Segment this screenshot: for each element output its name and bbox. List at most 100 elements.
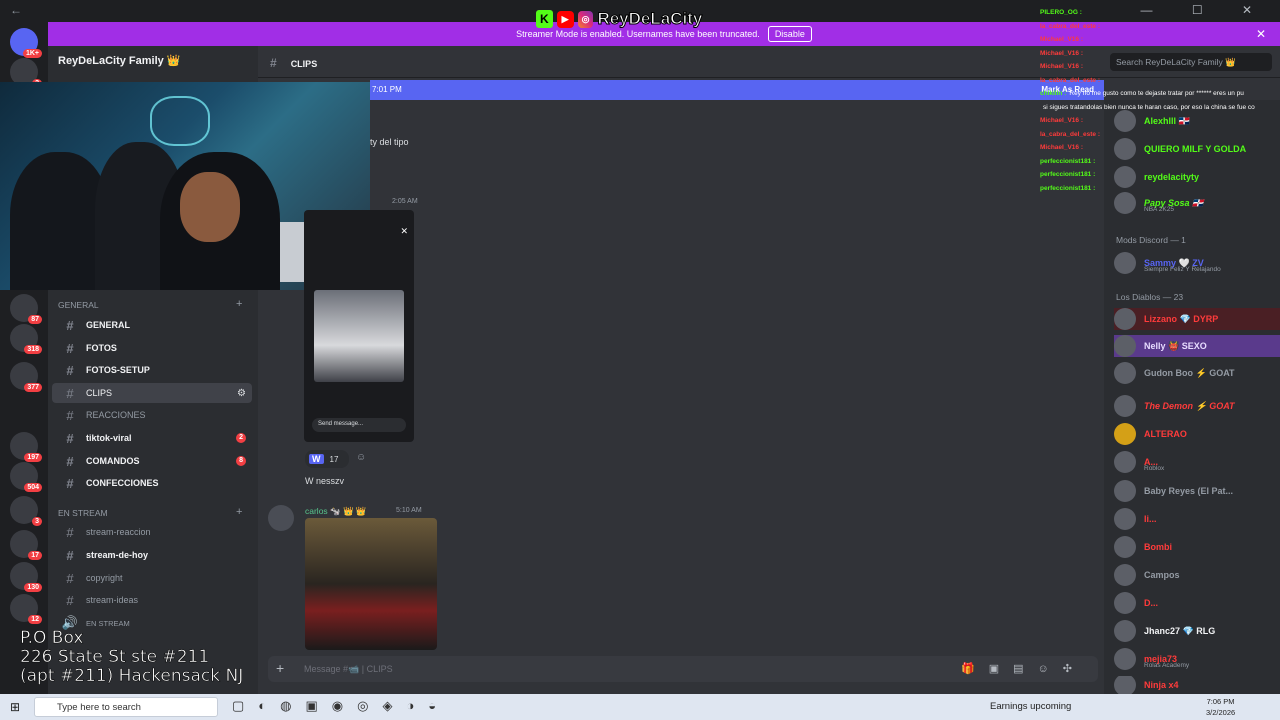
hash-icon: #	[66, 547, 74, 563]
disable-button[interactable]: Disable	[767, 26, 812, 42]
member-item[interactable]: Jhanc27 💎 RLG	[1114, 620, 1280, 642]
member-item[interactable]: Sammy 🤍 ZV Siempre Feliz Y Relajando	[1114, 252, 1280, 274]
add-channel-icon[interactable]: +	[236, 298, 242, 310]
youtube-logo-icon: ▶	[556, 10, 574, 28]
channel-stream-ideas[interactable]: # stream-ideas	[52, 590, 252, 610]
hash-icon: #	[66, 453, 74, 469]
video-embed[interactable]: ✕ Send message...	[304, 210, 414, 442]
unread-badge: 3	[32, 517, 42, 526]
channel-stream-de-hoy[interactable]: # stream-de-hoy	[52, 545, 252, 565]
category-general[interactable]: GENERAL	[58, 300, 99, 310]
unread-badge: 197	[24, 453, 42, 462]
add-reaction-icon[interactable]: ☺	[356, 452, 366, 463]
kick-logo-icon: K	[536, 10, 553, 28]
member-item[interactable]: Baby Reyes (El Pat...	[1114, 480, 1280, 502]
chat-line: Michael_V16 :	[1040, 60, 1280, 74]
chat-line: Michael_V16 :	[1040, 47, 1280, 61]
avatar[interactable]	[268, 505, 294, 531]
brand-name: ReyDeLaCity	[597, 9, 703, 29]
member-name: Jhanc27 💎 RLG	[1144, 625, 1216, 636]
member-item[interactable]: Nelly 👹 SEXO	[1114, 335, 1280, 357]
channel-comandos[interactable]: # COMANDOS 8	[52, 451, 252, 471]
channel-label: CLIPS	[86, 388, 113, 398]
server-icon[interactable]: 17	[10, 530, 42, 560]
message-text: W nesszv	[305, 476, 345, 486]
composer-tool-icons[interactable]: 🎁▣▤☺✣	[961, 662, 1086, 675]
attach-plus-icon[interactable]: +	[276, 660, 284, 676]
member-group-header: Los Diablos — 23	[1116, 292, 1184, 302]
member-item[interactable]: A... Roblox	[1114, 451, 1280, 473]
windows-taskbar: ⊞ Type here to search ▢◐◍▣◉◎◈◑◒ Earnings…	[0, 694, 1280, 720]
avatar	[1114, 308, 1136, 330]
channel-reacciones[interactable]: # REACCIONES	[52, 405, 252, 425]
member-item[interactable]: Bombi	[1114, 536, 1280, 558]
unread-badge: 12	[28, 615, 42, 624]
discord-home-icon[interactable]: 1K+	[10, 28, 42, 58]
taskbar-search-input[interactable]: Type here to search	[34, 697, 218, 717]
add-channel-icon[interactable]: +	[236, 506, 242, 518]
server-icon[interactable]: 377	[10, 362, 42, 392]
member-item[interactable]: Lizzano 💎 DYRP	[1114, 308, 1280, 330]
channel-general[interactable]: # GENERAL	[52, 315, 252, 335]
member-item[interactable]: Gudon Boo ⚡ GOAT	[1114, 362, 1280, 384]
member-name: Bombi	[1144, 542, 1172, 552]
server-icon[interactable]: 3	[10, 496, 42, 526]
address-overlay: P.O Box 226 State St ste #211 (apt #211)…	[20, 628, 244, 686]
channel-fotos-setup[interactable]: # FOTOS-SETUP	[52, 360, 252, 380]
channel-label: copyright	[86, 573, 123, 583]
channel-confecciones[interactable]: # CONFECCIONES	[52, 473, 252, 493]
gear-icon[interactable]: ⚙	[237, 388, 246, 399]
weather-widget[interactable]: Earnings upcoming	[990, 701, 1071, 712]
close-icon[interactable]: ✕	[400, 226, 408, 237]
member-item[interactable]: The Demon ⚡ GOAT	[1114, 395, 1280, 417]
video-embed[interactable]	[305, 518, 437, 650]
hash-icon: #	[270, 56, 277, 70]
back-arrow-icon[interactable]: ←	[10, 3, 22, 17]
stream-chat-overlay: PILERO_OG : la_cabra_del_este : Michael_V1…	[1040, 6, 1280, 206]
avatar	[1114, 620, 1136, 642]
channel-copyright[interactable]: # copyright	[52, 568, 252, 588]
reaction-pill[interactable]: W 17	[305, 450, 349, 468]
new-messages-bar[interactable]: 7:01 PM Mark As Read	[370, 80, 1104, 100]
member-item[interactable]: Campos	[1114, 564, 1280, 586]
chat-text: si sigues tratandolas bien nunca te hara…	[1043, 103, 1255, 111]
unread-badge: 17	[28, 551, 42, 560]
member-item[interactable]: mejia73 Rolas Academy	[1114, 648, 1280, 670]
taskbar-app-icons[interactable]: ▢◐◍▣◉◎◈◑◒	[232, 698, 450, 714]
avatar	[1114, 536, 1136, 558]
server-icon[interactable]: 504	[10, 462, 42, 492]
system-clock[interactable]: 7:06 PM 3/2/2026	[1206, 696, 1235, 718]
server-icon[interactable]: 12	[10, 594, 42, 624]
channel-stream-reaccion[interactable]: # stream-reaccion	[52, 522, 252, 542]
message-input[interactable]: Message #📹 | CLIPS	[304, 664, 393, 675]
server-icon[interactable]: 318	[10, 324, 42, 354]
channel-label: stream-ideas	[86, 595, 139, 605]
channel-fotos[interactable]: # FOTOS	[52, 338, 252, 358]
avatar	[1114, 648, 1136, 670]
embed-send-message: Send message...	[312, 418, 406, 432]
avatar	[1114, 676, 1136, 694]
server-name[interactable]: ReyDeLaCity Family 👑	[58, 54, 181, 67]
message-author[interactable]: carlos 🐄 👑 👑	[305, 506, 367, 517]
server-icon[interactable]: 197	[10, 432, 42, 462]
windows-start-icon[interactable]: ⊞	[10, 700, 20, 714]
server-icon[interactable]: 130	[10, 562, 42, 592]
message-fragment: ty del tipo	[370, 137, 409, 147]
address-line: 226 State St ste #211	[20, 647, 210, 667]
channel-title: # CLIPS	[270, 56, 318, 70]
category-en-stream[interactable]: EN STREAM	[58, 508, 108, 518]
chat-username: Michael_V16 :	[1040, 36, 1083, 43]
message-composer[interactable]: + Message #📹 | CLIPS 🎁▣▤☺✣	[268, 656, 1098, 682]
channel-clips[interactable]: # CLIPS ⚙	[52, 383, 252, 403]
member-item[interactable]: li...	[1114, 508, 1280, 530]
avatar	[1114, 451, 1136, 473]
member-item[interactable]: Ninja x4	[1114, 676, 1280, 694]
member-item[interactable]: D...	[1114, 592, 1280, 614]
channel-tiktok-viral[interactable]: # tiktok-viral 2	[52, 428, 252, 448]
channel-label: COMANDOS	[86, 456, 140, 466]
member-name: Lizzano 💎 DYRP	[1144, 313, 1219, 324]
member-item[interactable]: ALTERAO	[1114, 423, 1280, 445]
channel-label: EN STREAM	[86, 618, 130, 628]
server-icon[interactable]: 87	[10, 294, 42, 324]
channel-label: REACCIONES	[86, 410, 146, 420]
